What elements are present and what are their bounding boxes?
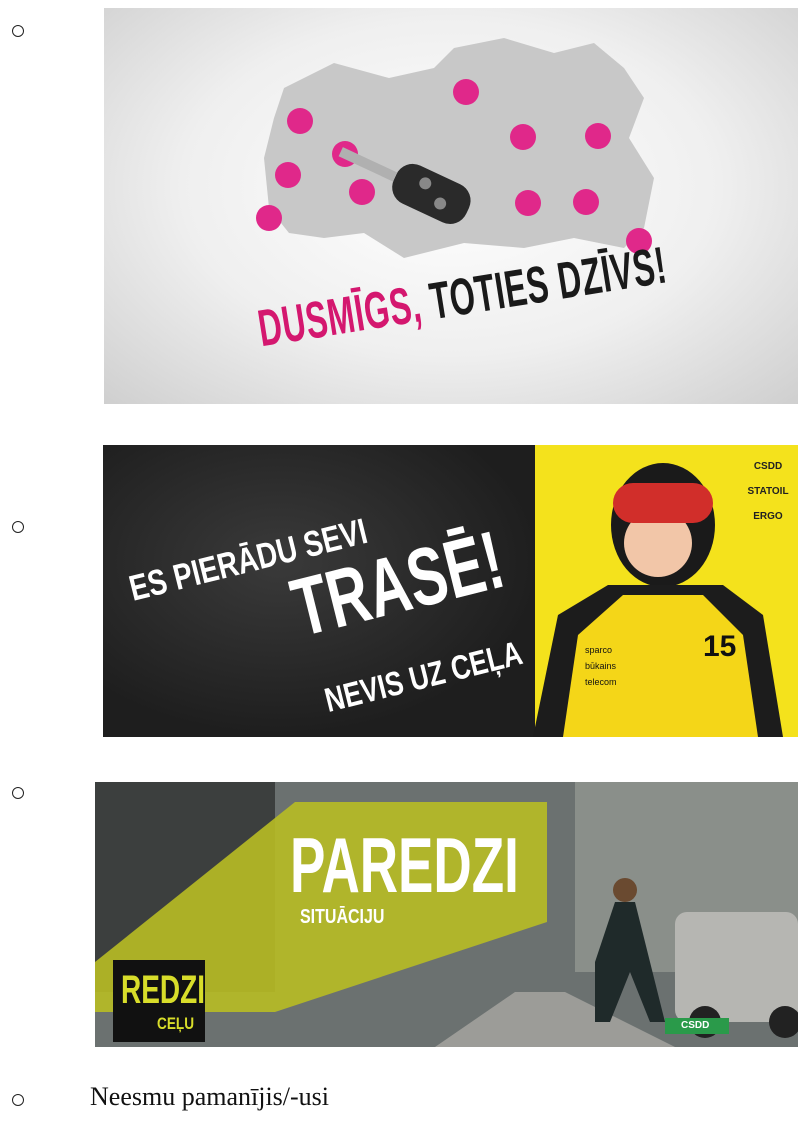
suit-brand: sparco bbox=[585, 645, 613, 655]
sponsor-logo: STATOIL bbox=[747, 486, 789, 497]
option-4-label: Neesmu pamanījis/-usi bbox=[90, 1082, 330, 1111]
suit-brands: sparco būkains telecom bbox=[585, 645, 617, 687]
slogan-sub: SITUĀCIJU bbox=[300, 906, 385, 928]
corner-main: REDZI bbox=[121, 968, 205, 1012]
option-1-image: DUSMĪGS, TOTIES DZĪVS! bbox=[104, 8, 798, 404]
suit-number: 15 bbox=[703, 630, 737, 663]
option-3-radio[interactable] bbox=[12, 787, 24, 799]
slogan-main: PAREDZI bbox=[290, 821, 519, 909]
option-4-radio[interactable] bbox=[12, 1094, 24, 1106]
latvia-map-illustration bbox=[256, 38, 654, 258]
sponsor-column: CSDD STATOIL ERGO bbox=[745, 461, 791, 522]
corner-sub: CEĻU bbox=[157, 1014, 195, 1033]
option-1-radio[interactable] bbox=[12, 25, 24, 37]
option-2-radio[interactable] bbox=[12, 521, 24, 533]
option-2-image: ES PIERĀDU SEVI TRASĒ! NEVIS UZ CEĻA CSD… bbox=[103, 445, 798, 737]
suit-brand: telecom bbox=[585, 677, 617, 687]
csdd-logo: CSDD bbox=[681, 1020, 710, 1031]
suit-brand: būkains bbox=[585, 661, 617, 671]
sponsor-logo: CSDD bbox=[753, 461, 783, 472]
option-3-image: PAREDZI SITUĀCIJU REDZI CEĻU CSDD bbox=[95, 782, 798, 1047]
sponsor-logo: ERGO bbox=[753, 511, 783, 522]
